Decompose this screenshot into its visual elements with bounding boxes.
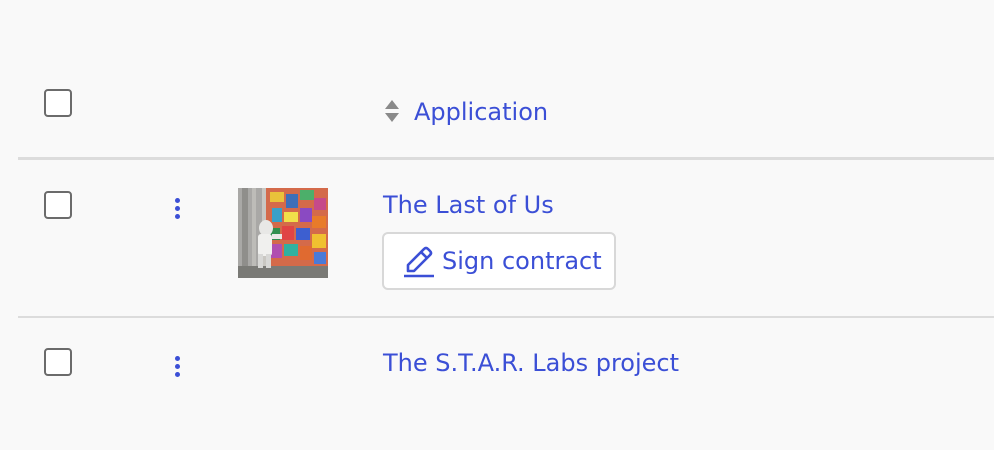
application-column-header[interactable]: Application (414, 96, 548, 128)
kebab-menu-icon[interactable] (170, 352, 184, 382)
row-checkbox[interactable] (44, 191, 72, 219)
application-link[interactable]: The Last of Us (383, 189, 554, 221)
header-divider (18, 157, 994, 160)
sort-icon[interactable] (383, 98, 401, 124)
sign-contract-label: Sign contract (442, 247, 602, 275)
kebab-menu-icon[interactable] (170, 194, 184, 224)
sign-contract-button[interactable]: Sign contract (382, 232, 616, 290)
select-all-checkbox[interactable] (44, 89, 72, 117)
application-link[interactable]: The S.T.A.R. Labs project (383, 347, 679, 379)
pencil-icon (404, 246, 434, 278)
application-thumbnail (238, 188, 328, 278)
row-checkbox[interactable] (44, 348, 72, 376)
row-divider (18, 316, 994, 318)
